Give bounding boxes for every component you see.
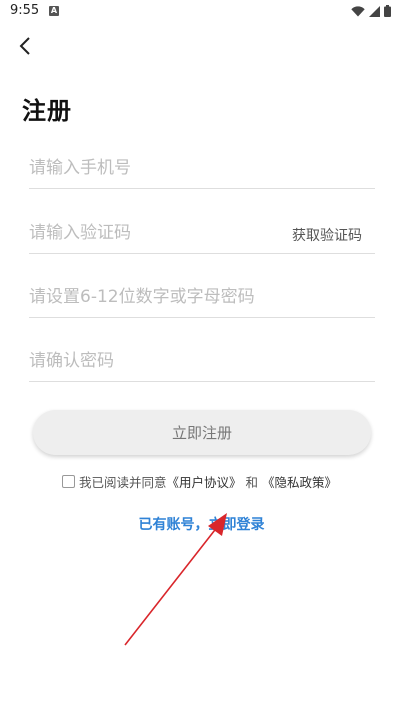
status-bar: 9:55 A xyxy=(0,0,403,24)
register-button[interactable]: 立即注册 xyxy=(33,410,371,455)
get-code-button[interactable]: 获取验证码 xyxy=(292,225,362,245)
phone-input[interactable] xyxy=(29,149,375,187)
confirm-password-field xyxy=(29,342,375,382)
agree-checkbox[interactable] xyxy=(62,475,75,488)
agreement-conjunction: 和 xyxy=(245,475,259,490)
status-icons xyxy=(351,5,391,17)
code-input[interactable] xyxy=(29,214,279,252)
battery-icon xyxy=(384,5,391,17)
confirm-password-input[interactable] xyxy=(29,342,375,380)
login-link[interactable]: 已有账号，立即登录 xyxy=(0,514,403,534)
chevron-left-icon xyxy=(19,37,30,55)
notification-a-icon: A xyxy=(49,6,59,16)
agreement-prefix: 我已阅读并同意 xyxy=(79,475,167,490)
annotation-arrow-shaft xyxy=(124,525,219,646)
code-field: 获取验证码 xyxy=(29,214,375,254)
back-button[interactable] xyxy=(10,31,40,61)
signal-icon xyxy=(369,5,380,17)
privacy-policy-link[interactable]: 《隐私政策》 xyxy=(262,472,337,491)
user-agreement-link[interactable]: 《用户协议》 xyxy=(167,472,242,491)
page-title: 注册 xyxy=(22,97,72,125)
password-input[interactable] xyxy=(29,278,375,316)
password-field xyxy=(29,278,375,318)
wifi-icon xyxy=(351,5,365,16)
status-time: 9:55 xyxy=(10,3,40,18)
agreement-row: 我已阅读并同意 《用户协议》 和 《隐私政策》 xyxy=(62,472,337,491)
phone-field xyxy=(29,149,375,189)
